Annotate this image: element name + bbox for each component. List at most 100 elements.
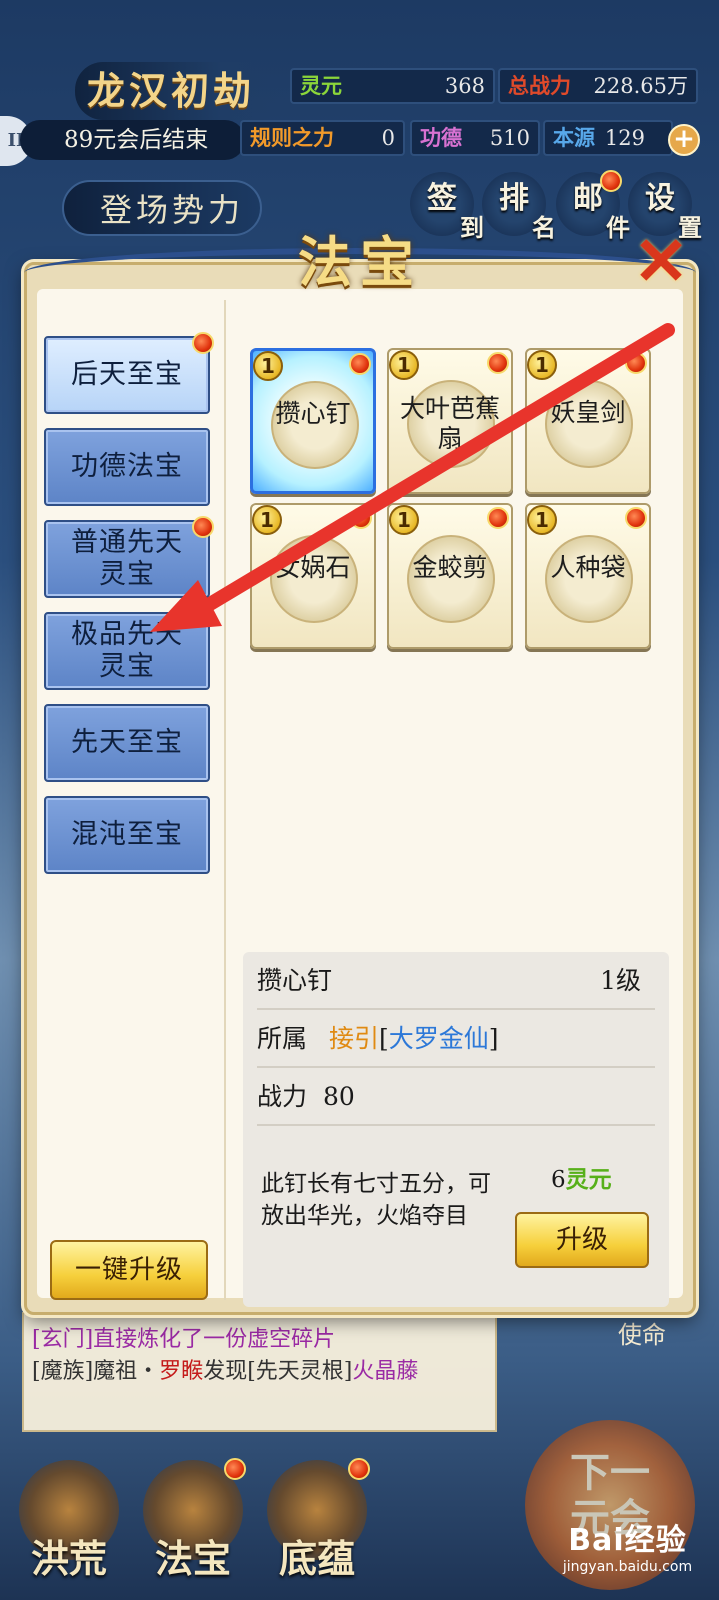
item-name: 女娲石 bbox=[275, 553, 351, 582]
log-text: [魔族]魔祖・ bbox=[32, 1359, 160, 1384]
item-level-badge: 1 bbox=[253, 351, 283, 381]
game-title: 龙汉初劫 bbox=[75, 62, 285, 120]
category-notification-dot bbox=[192, 516, 214, 538]
lingyuan-value: 368 bbox=[444, 74, 485, 98]
item-card[interactable]: 女娲石 1 bbox=[250, 503, 376, 649]
nav-honghuang[interactable]: 洪荒 bbox=[14, 1460, 124, 1581]
origin-label: 本源 bbox=[553, 125, 595, 150]
mail-button[interactable]: 邮 件 bbox=[556, 170, 630, 240]
item-notification-dot bbox=[350, 507, 372, 529]
category-hundun-zhibao[interactable]: 混沌至宝 bbox=[44, 796, 210, 874]
owner-rank-open: [ bbox=[378, 1024, 389, 1053]
detail-item-level: 1级 bbox=[600, 966, 641, 995]
category-gongde-fabao[interactable]: 功德法宝 bbox=[44, 428, 210, 506]
log-line: [魔族]魔祖・罗睺发现[先天灵根]火晶藤 bbox=[32, 1356, 487, 1388]
detail-owner-row: 所属 接引[大罗金仙] bbox=[257, 1010, 655, 1068]
nav-fabao[interactable]: 法宝 bbox=[138, 1458, 248, 1581]
category-houtian-zhibao[interactable]: 后天至宝 bbox=[44, 332, 214, 414]
combat-power-value: 228.65万 bbox=[593, 74, 688, 98]
checkin-sublabel: 到 bbox=[460, 213, 484, 242]
combat-power-stat: 总战力 228.65万 bbox=[498, 68, 698, 104]
item-card[interactable]: 人种袋 1 bbox=[525, 503, 651, 649]
category-label: 先天至宝 bbox=[71, 727, 183, 758]
combat-power-label: 总战力 bbox=[508, 73, 571, 98]
upgrade-cost: 6灵元 bbox=[551, 1160, 612, 1194]
close-icon[interactable]: ✕ bbox=[630, 228, 692, 294]
mail-sublabel: 件 bbox=[606, 213, 630, 242]
power-value: 80 bbox=[322, 1082, 355, 1111]
item-level-badge: 1 bbox=[527, 350, 557, 380]
rule-power-value: 0 bbox=[381, 126, 395, 150]
owner-rank-close: ] bbox=[488, 1024, 499, 1053]
item-name: 攒心钉 bbox=[275, 399, 351, 428]
item-notification-dot bbox=[625, 352, 647, 374]
nav-label: 洪荒 bbox=[30, 1536, 107, 1581]
origin-stat: 本源 129 bbox=[543, 120, 673, 156]
diyun-notification-dot bbox=[348, 1458, 370, 1480]
dialog-title: 法宝 bbox=[298, 230, 422, 294]
add-origin-button[interactable]: + bbox=[668, 124, 700, 156]
power-label: 战力 bbox=[257, 1082, 308, 1111]
item-level-badge: 1 bbox=[527, 505, 557, 535]
event-log: [玄门]直接炼化了一份虚空碎片 [魔族]魔祖・罗睺发现[先天灵根]火晶藤 bbox=[22, 1312, 497, 1432]
item-notification-dot bbox=[487, 507, 509, 529]
item-notification-dot bbox=[349, 353, 371, 375]
checkin-label: 签 bbox=[427, 181, 457, 216]
item-description: 此钉长有七寸五分，可放出华光，火焰夺目 bbox=[261, 1171, 491, 1229]
item-name: 金蛟剪 bbox=[412, 553, 488, 582]
one-click-upgrade-button[interactable]: 一键升级 bbox=[50, 1240, 208, 1300]
mail-notification-dot bbox=[600, 170, 622, 192]
factions-button[interactable]: 登场势力 bbox=[62, 180, 262, 236]
item-card[interactable]: 大叶芭蕉扇 1 bbox=[387, 348, 513, 494]
settings-label: 设 bbox=[645, 181, 675, 216]
nav-label: 法宝 bbox=[154, 1536, 231, 1581]
log-item: 火晶藤 bbox=[352, 1359, 419, 1384]
item-name: 人种袋 bbox=[550, 553, 626, 582]
category-jipin-xiantian[interactable]: 极品先天灵宝 bbox=[44, 612, 210, 690]
item-card[interactable]: 妖皇剑 1 bbox=[525, 348, 651, 494]
item-level-badge: 1 bbox=[389, 505, 419, 535]
cost-amount: 6 bbox=[551, 1167, 566, 1193]
ranking-button[interactable]: 排 名 bbox=[482, 172, 556, 240]
category-list: 后天至宝 功德法宝 普通先天灵宝 极品先天灵宝 先天至宝 混沌至宝 bbox=[36, 300, 226, 1300]
item-notification-dot bbox=[625, 507, 647, 529]
category-putong-xiantian[interactable]: 普通先天灵宝 bbox=[44, 516, 214, 598]
category-notification-dot bbox=[192, 332, 214, 354]
category-xiantian-zhibao[interactable]: 先天至宝 bbox=[44, 704, 210, 782]
merit-value: 510 bbox=[489, 126, 530, 150]
category-label: 极品先天灵宝 bbox=[71, 619, 183, 682]
item-name: 妖皇剑 bbox=[550, 398, 626, 427]
nav-label: 底蕴 bbox=[278, 1536, 355, 1581]
rule-power-stat: 规则之力 0 bbox=[240, 120, 405, 156]
log-line: [玄门]直接炼化了一份虚空碎片 bbox=[32, 1327, 336, 1352]
lingyuan-label: 灵元 bbox=[300, 73, 342, 98]
category-label: 后天至宝 bbox=[71, 359, 183, 390]
item-notification-dot bbox=[487, 352, 509, 374]
category-label: 混沌至宝 bbox=[71, 819, 183, 850]
item-detail-panel: 攒心钉 1级 所属 接引[大罗金仙] 战力 80 此钉长有七寸五分，可放出华光，… bbox=[243, 952, 669, 1307]
rule-power-label: 规则之力 bbox=[250, 125, 334, 150]
ranking-label: 排 bbox=[499, 181, 529, 216]
detail-item-name: 攒心钉 bbox=[257, 966, 333, 995]
mission-button-partial[interactable]: 使命 bbox=[618, 1315, 698, 1355]
merit-label: 功德 bbox=[420, 125, 462, 150]
owner-label: 所属 bbox=[257, 1024, 308, 1053]
owner-name: 接引 bbox=[328, 1024, 379, 1053]
watermark-brand: Bai经验 bbox=[568, 1523, 687, 1558]
item-card[interactable]: 金蛟剪 1 bbox=[387, 503, 513, 649]
item-card[interactable]: 攒心钉 1 bbox=[250, 348, 376, 494]
era-countdown: 89元会后结束 bbox=[20, 120, 245, 160]
merit-stat: 功德 510 bbox=[410, 120, 540, 156]
nav-diyun[interactable]: 底蕴 bbox=[262, 1458, 372, 1581]
upgrade-button[interactable]: 升级 bbox=[515, 1212, 649, 1268]
owner-rank: 大罗金仙 bbox=[388, 1024, 489, 1053]
mail-label: 邮 bbox=[573, 181, 603, 216]
fabao-notification-dot bbox=[224, 1458, 246, 1480]
item-level-badge: 1 bbox=[389, 350, 419, 380]
category-label: 普通先天灵宝 bbox=[71, 527, 183, 590]
origin-value: 129 bbox=[604, 126, 645, 150]
item-level-badge: 1 bbox=[252, 505, 282, 535]
detail-name-row: 攒心钉 1级 bbox=[257, 952, 655, 1010]
log-name: 罗睺 bbox=[159, 1359, 204, 1384]
watermark-url: jingyan.baidu.com bbox=[562, 1559, 693, 1575]
